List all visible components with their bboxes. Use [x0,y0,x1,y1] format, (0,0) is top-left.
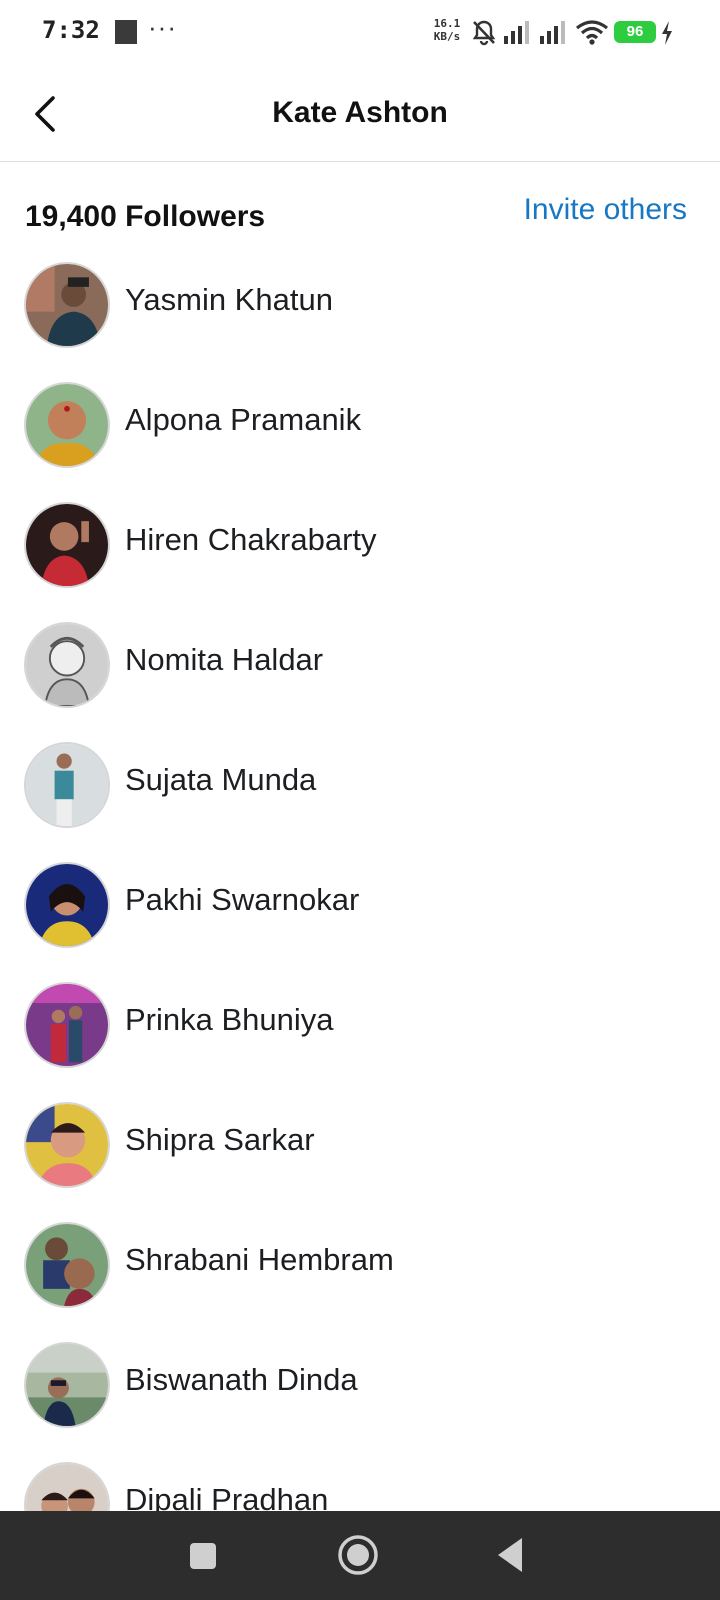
nav-back-button[interactable] [494,1535,526,1575]
status-bar: 7:32 ··· 16.1 KB/s 96 [0,0,720,66]
follower-name: Pakhi Swarnokar [125,882,360,917]
avatar[interactable] [24,862,110,948]
avatar[interactable] [24,982,110,1068]
header: Kate Ashton [0,66,720,162]
followers-count: 19,400 Followers [25,200,266,233]
avatar[interactable] [24,382,110,468]
more-notifications-icon: ··· [148,12,177,42]
list-item[interactable]: Yasmin Khatun [0,256,720,366]
avatar[interactable] [24,262,110,348]
recents-button[interactable] [188,1541,218,1571]
follower-name: Prinka Bhuniya [125,1002,334,1037]
list-item[interactable]: Biswanath Dinda [0,1336,720,1446]
avatar[interactable] [24,622,110,708]
list-item[interactable]: Nomita Haldar [0,616,720,726]
avatar[interactable] [24,1342,110,1428]
follower-name: Sujata Munda [125,762,317,797]
avatar[interactable] [24,502,110,588]
home-button[interactable] [336,1533,380,1577]
battery-indicator: 96 [614,21,656,43]
list-item[interactable]: Shrabani Hembram [0,1216,720,1326]
avatar[interactable] [24,1222,110,1308]
follower-name: Shrabani Hembram [125,1242,394,1277]
follower-name: Alpona Pramanik [125,402,362,437]
network-speed-value: 16.1 [433,17,461,30]
lightning-icon [662,21,672,45]
page-title: Kate Ashton [272,96,448,129]
invite-others-link[interactable]: Invite others [524,193,687,227]
follower-name: Nomita Haldar [125,642,324,677]
list-item[interactable]: Pakhi Swarnokar [0,856,720,966]
follower-name: Hiren Chakrabarty [125,522,377,557]
status-time: 7:32 [42,16,100,44]
signal-bars-icon [540,21,565,44]
avatar[interactable] [24,1102,110,1188]
signal-bars-icon [504,21,529,44]
list-item[interactable]: Shipra Sarkar [0,1096,720,1206]
wifi-icon [576,20,608,45]
list-item[interactable]: Sujata Munda [0,736,720,846]
network-speed-unit: KB/s [433,30,461,43]
follower-name: Biswanath Dinda [125,1362,358,1397]
follower-name: Shipra Sarkar [125,1122,315,1157]
list-item[interactable]: Prinka Bhuniya [0,976,720,1086]
system-navigation-bar [0,1511,720,1600]
list-item[interactable]: Alpona Pramanik [0,376,720,486]
avatar[interactable] [24,742,110,828]
notification-square-icon [115,20,137,44]
bell-off-icon [472,20,496,46]
follower-name: Yasmin Khatun [125,282,333,317]
network-speed: 16.1 KB/s [430,17,464,43]
list-item[interactable]: Hiren Chakrabarty [0,496,720,606]
